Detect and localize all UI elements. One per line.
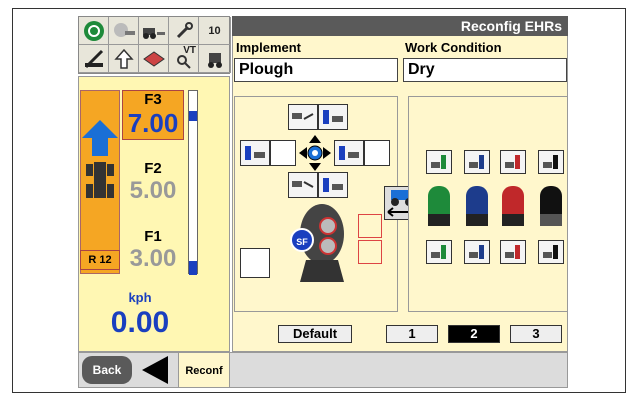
gear-f2-label: F2: [144, 160, 162, 177]
work-condition-field[interactable]: Dry: [403, 58, 567, 82]
gear-f1[interactable]: F1 3.00: [122, 228, 184, 276]
joystick-button-slot-1[interactable]: [358, 214, 382, 238]
valve-2-retract-button[interactable]: [464, 240, 490, 264]
gear-f1-label: F1: [144, 228, 162, 245]
left-arrow-icon[interactable]: [138, 354, 172, 386]
speed-value: 0.00: [110, 306, 170, 339]
direction-pad-icon[interactable]: [298, 134, 332, 172]
valve-right-button[interactable]: [334, 140, 364, 166]
page-1-button[interactable]: 1: [386, 325, 438, 343]
raise-implement-button[interactable]: [288, 172, 318, 198]
tractor-implement-icon[interactable]: [139, 17, 169, 45]
assign-slot-right[interactable]: [364, 140, 390, 166]
implement-label: Implement: [236, 40, 302, 55]
vt-badge: VT: [183, 45, 196, 56]
hitch-icon[interactable]: [109, 17, 139, 45]
up-arrow-icon[interactable]: [109, 45, 139, 73]
valve-3-retract-button[interactable]: [500, 240, 526, 264]
gear-f2-value: 5.00: [129, 177, 177, 204]
gear-f3-label: F3: [144, 91, 162, 108]
assign-slot-bottom[interactable]: [240, 248, 270, 278]
speed-unit: kph: [128, 290, 152, 305]
gear-f3-value: 7.00: [127, 108, 179, 138]
valve-4-extend-button[interactable]: [538, 150, 564, 174]
wrench-icon[interactable]: [169, 17, 199, 45]
tools-10-icon[interactable]: 10: [199, 17, 231, 45]
valve-1-extend-button[interactable]: [426, 150, 452, 174]
valve-4-retract-button[interactable]: [538, 240, 564, 264]
valve-1-retract-button[interactable]: [426, 240, 452, 264]
page-3-button[interactable]: 3: [510, 325, 562, 343]
work-condition-label: Work Condition: [405, 40, 502, 55]
valve-up-button[interactable]: [318, 172, 348, 198]
default-button[interactable]: Default: [278, 325, 352, 343]
range-label: R 12: [80, 250, 120, 270]
valve-2-blue-icon: [466, 186, 488, 226]
assign-slot-left[interactable]: [270, 140, 296, 166]
sf-button[interactable]: SF: [290, 228, 314, 252]
tractor-icon[interactable]: [199, 45, 231, 73]
valve-3-red-icon: [502, 186, 524, 226]
implement-field[interactable]: Plough: [234, 58, 398, 82]
valve-1-green-icon: [428, 186, 450, 226]
vt-search-icon[interactable]: VT: [169, 45, 199, 73]
gear-f2[interactable]: F2 5.00: [122, 160, 184, 208]
function-icon-bar: 10 VT: [78, 16, 231, 74]
valve-down-button[interactable]: [318, 104, 348, 130]
gear-f3[interactable]: F3 7.00: [122, 90, 184, 140]
up-direction-arrow-icon: [80, 118, 120, 158]
page-2-button[interactable]: 2: [448, 325, 500, 343]
gear-f1-value: 3.00: [129, 245, 177, 272]
tractor-topview-icon: [86, 160, 114, 200]
reconf-tab[interactable]: Reconf: [178, 352, 230, 388]
valve-3-extend-button[interactable]: [500, 150, 526, 174]
valve-left-button[interactable]: [240, 140, 270, 166]
page-title: Reconfig EHRs: [232, 16, 568, 36]
valve-2-extend-button[interactable]: [464, 150, 490, 174]
back-button[interactable]: Back: [82, 356, 132, 384]
gear-scale-bar: [188, 90, 198, 275]
tools-badge: 10: [208, 24, 221, 37]
joystick-button-slot-2[interactable]: [358, 240, 382, 264]
home-icon[interactable]: [79, 17, 109, 45]
lift-arm-icon[interactable]: [79, 45, 109, 73]
book-icon[interactable]: [139, 45, 169, 73]
valve-4-black-icon: [540, 186, 562, 226]
lower-implement-button[interactable]: [288, 104, 318, 130]
